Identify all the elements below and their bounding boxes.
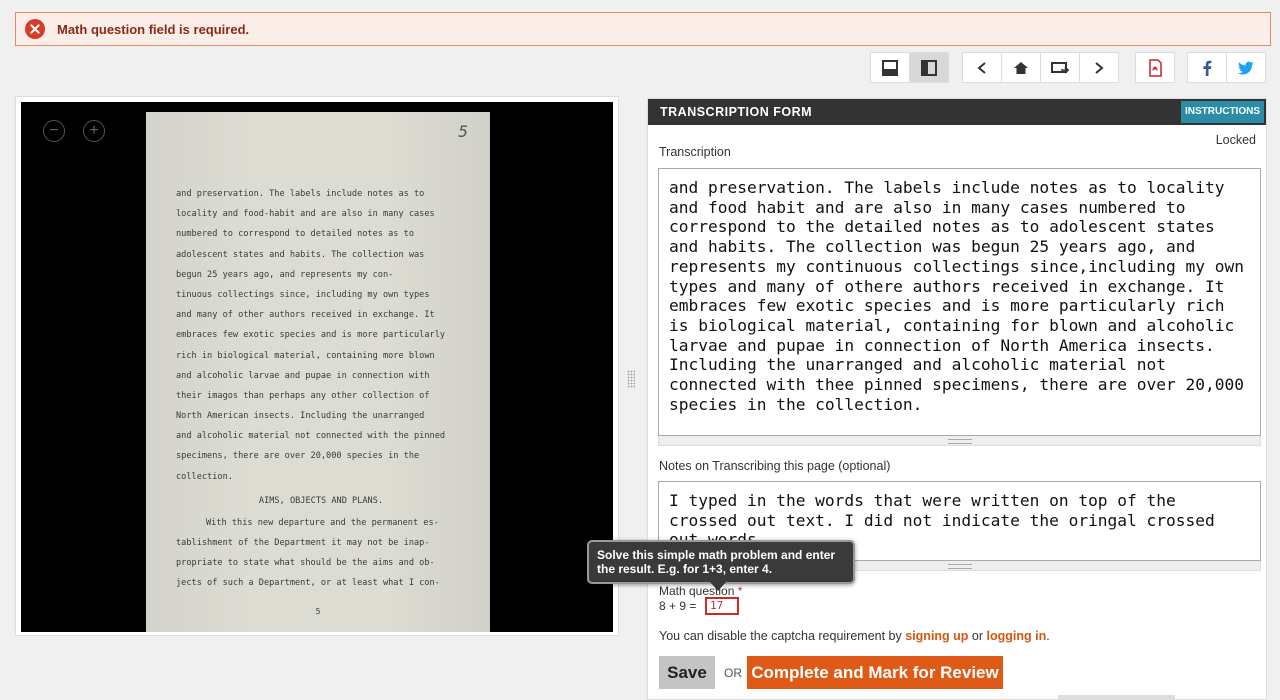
document-line: propriate to state what should be the ai… — [176, 558, 435, 569]
layout-toolbar — [870, 52, 949, 83]
nav-toolbar — [962, 52, 1119, 83]
form-title: TRANSCRIPTION FORM — [660, 105, 813, 119]
transcription-textarea[interactable]: and preservation. The labels include not… — [658, 168, 1261, 436]
document-footer: 5 — [315, 607, 321, 616]
captcha-notice: You can disable the captcha requirement … — [659, 629, 1050, 643]
math-answer-input[interactable]: 17 — [705, 597, 739, 615]
facebook-icon — [1203, 60, 1212, 76]
notes-label: Notes on Transcribing this page (optiona… — [659, 459, 891, 473]
document-line: tinuous collectings since, including my … — [176, 289, 430, 300]
document-line: their imagos than perhaps any other coll… — [176, 390, 430, 401]
save-button[interactable]: Save — [659, 656, 715, 689]
document-line: embraces few exotic species and is more … — [176, 330, 446, 341]
math-tooltip: Solve this simple math problem and enter… — [587, 540, 855, 591]
pdf-button[interactable] — [1135, 52, 1175, 83]
previous-page-button[interactable] — [962, 52, 1002, 83]
chevron-left-icon — [977, 61, 986, 74]
bottom-scroll-strip — [1058, 695, 1175, 700]
logging-in-link[interactable]: logging in — [987, 629, 1047, 643]
instructions-button[interactable]: INSTRUCTIONS — [1181, 101, 1264, 123]
document-line: and alcoholic larvae and pupae in connec… — [176, 370, 430, 381]
error-icon — [25, 19, 45, 39]
home-button[interactable] — [1001, 52, 1041, 83]
layout-horizontal-button[interactable] — [870, 52, 910, 83]
document-text: and preservation. The labels include not… — [176, 184, 466, 594]
document-line: and many of other authors received in ex… — [176, 310, 435, 321]
twitter-share-button[interactable] — [1226, 52, 1266, 83]
document-line: begun 25 years ago, and represents my co… — [176, 269, 394, 280]
twitter-icon — [1238, 61, 1254, 74]
page-image-viewer: − + 5 and preservation. The labels inclu… — [15, 96, 619, 636]
zoom-out-icon[interactable]: − — [43, 120, 65, 142]
facebook-share-button[interactable] — [1187, 52, 1227, 83]
document-line: and alcoholic material not connected wit… — [176, 431, 446, 442]
document-line: and preservation. The labels include not… — [176, 189, 425, 199]
document-line: collection. — [176, 471, 233, 482]
locked-status: Locked — [1215, 133, 1256, 147]
document-line: North American insects. Including the un… — [176, 411, 425, 422]
pdf-icon — [1149, 58, 1162, 77]
document-line: rich in biological material, containing … — [176, 350, 435, 361]
return-icon — [1051, 61, 1069, 74]
document-line: jects of such a Department, or at least … — [176, 578, 440, 589]
transcription-label: Transcription — [659, 145, 731, 159]
math-problem: 8 + 9 = — [659, 599, 697, 613]
document-heading: AIMS, OBJECTS AND PLANS. — [258, 495, 384, 506]
document-line: tablishment of the Department it may not… — [176, 538, 430, 548]
document-line: locality and food-habit and are also in … — [176, 209, 435, 220]
document-line: specimens, there are over 20,000 species… — [176, 451, 420, 462]
layout-vertical-icon — [921, 59, 937, 76]
next-page-button[interactable] — [1079, 52, 1119, 83]
document-line: adolescent states and habits. The collec… — [176, 249, 425, 260]
signing-up-link[interactable]: signing up — [905, 629, 968, 643]
panel-resize-grip[interactable] — [627, 370, 635, 388]
layout-vertical-button[interactable] — [909, 52, 949, 83]
error-banner: Math question field is required. — [15, 12, 1271, 46]
chevron-right-icon — [1095, 61, 1104, 74]
error-message: Math question field is required. — [57, 21, 250, 37]
image-canvas[interactable]: − + 5 and preservation. The labels inclu… — [21, 102, 613, 632]
transcription-resize-handle[interactable] — [658, 436, 1261, 446]
layout-horizontal-icon — [882, 59, 898, 76]
document-line: numbered to correspond to detailed notes… — [176, 229, 414, 240]
or-label: OR — [724, 666, 742, 680]
document-line: With this new departure and the permanen… — [206, 517, 439, 528]
scanned-document: 5 and preservation. The labels include n… — [146, 112, 490, 632]
math-question-label: Math question * — [659, 584, 743, 598]
page-mark: 5 — [458, 122, 468, 141]
form-header: TRANSCRIPTION FORM INSTRUCTIONS — [648, 99, 1266, 125]
home-icon — [1014, 61, 1028, 74]
return-button[interactable] — [1040, 52, 1080, 83]
complete-review-button[interactable]: Complete and Mark for Review — [747, 656, 1003, 689]
transcription-panel: TRANSCRIPTION FORM INSTRUCTIONS Locked T… — [647, 98, 1267, 700]
export-toolbar — [1135, 52, 1175, 83]
share-toolbar — [1187, 52, 1266, 83]
zoom-in-icon[interactable]: + — [83, 120, 105, 142]
